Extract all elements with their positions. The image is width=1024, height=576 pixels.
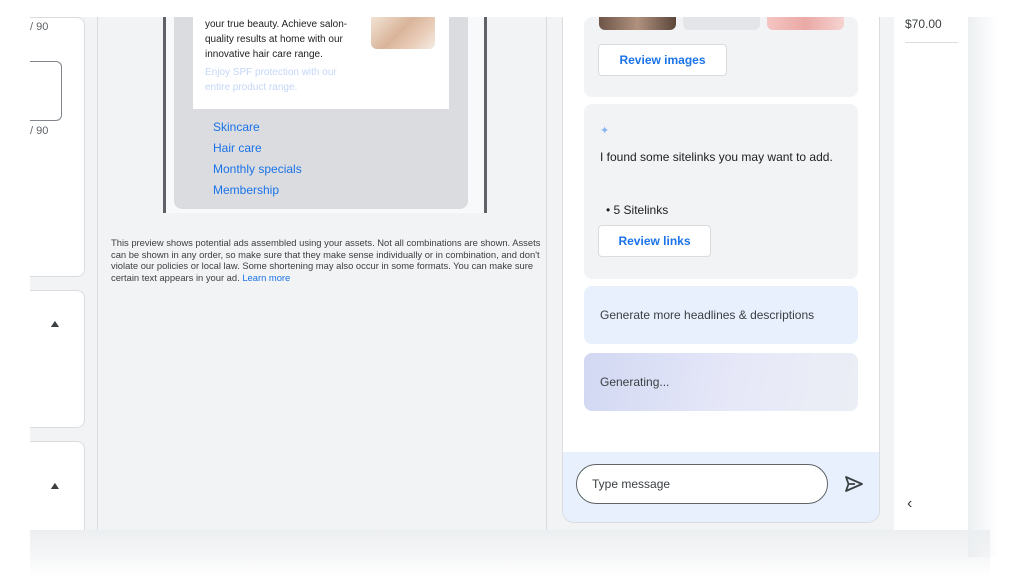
generating-status: Generating... (584, 353, 858, 411)
frame-shadow (30, 530, 990, 576)
review-links-button[interactable]: Review links (598, 225, 711, 257)
sitelinks-suggestion-card: ✦ I found some sitelinks you may want to… (584, 104, 858, 279)
app-frame: / 90 / 90 ▲ ▲ your true beauty. Achieve … (30, 17, 968, 530)
chevron-up-icon[interactable]: ▲ (48, 479, 62, 491)
left-asset-column: / 90 / 90 ▲ ▲ (30, 17, 98, 530)
collapsible-panel: ▲ (30, 441, 85, 530)
ad-description-line-faded: entire product range. (205, 82, 298, 93)
assistant-chat-panel: Review images ✦ I found some sitelinks y… (562, 17, 880, 523)
sitelink[interactable]: Hair care (213, 141, 262, 155)
right-summary-column: $70.00 ‹ (894, 17, 968, 530)
message-composer (563, 452, 879, 522)
sitelinks-count: • 5 Sitelinks (606, 203, 669, 217)
ad-preview: your true beauty. Achieve salon- quality… (174, 17, 468, 209)
review-images-button[interactable]: Review images (598, 44, 727, 76)
generate-more-label: Generate more headlines & descriptions (600, 308, 815, 322)
ad-description-line: quality results at home with our (205, 34, 343, 45)
sparkle-icon: ✦ (600, 125, 610, 137)
learn-more-link[interactable]: Learn more (242, 272, 290, 283)
phone-frame: your true beauty. Achieve salon- quality… (163, 17, 487, 213)
suggested-image (767, 17, 844, 30)
ad-card: your true beauty. Achieve salon- quality… (193, 17, 449, 109)
sitelink[interactable]: Membership (213, 183, 279, 197)
price-value: $70.00 (905, 17, 942, 31)
divider (905, 42, 958, 43)
ad-description-line: innovative hair care range. (205, 49, 323, 60)
generating-label: Generating... (600, 375, 670, 389)
sitelink[interactable]: Monthly specials (213, 162, 302, 176)
char-counter: / 90 (30, 21, 49, 33)
ad-preview-column: your true beauty. Achieve salon- quality… (98, 17, 546, 530)
collapsible-panel: ▲ (30, 290, 85, 428)
headline-panel: / 90 / 90 (30, 17, 85, 277)
send-icon[interactable] (842, 472, 866, 496)
text-field[interactable] (30, 61, 62, 121)
frame-shadow (968, 17, 998, 557)
sitelink[interactable]: Skincare (213, 120, 260, 134)
char-counter: / 90 (30, 125, 49, 137)
chevron-left-icon[interactable]: ‹ (907, 495, 912, 513)
message-input[interactable] (576, 464, 828, 504)
ad-image (371, 17, 435, 49)
ad-description-line-faded: Enjoy SPF protection with our (205, 67, 337, 78)
disclaimer-text: This preview shows potential ads assembl… (111, 237, 541, 283)
image-suggestion-card: Review images (584, 17, 858, 97)
generate-more-button[interactable]: Generate more headlines & descriptions (584, 286, 858, 344)
suggested-image (599, 17, 676, 30)
suggested-image (683, 17, 760, 30)
ad-description-line: your true beauty. Achieve salon- (205, 19, 348, 30)
column-divider (546, 17, 547, 530)
assistant-message: I found some sitelinks you may want to a… (600, 150, 833, 164)
preview-disclaimer: This preview shows potential ads assembl… (111, 237, 541, 283)
chevron-up-icon[interactable]: ▲ (48, 317, 62, 329)
